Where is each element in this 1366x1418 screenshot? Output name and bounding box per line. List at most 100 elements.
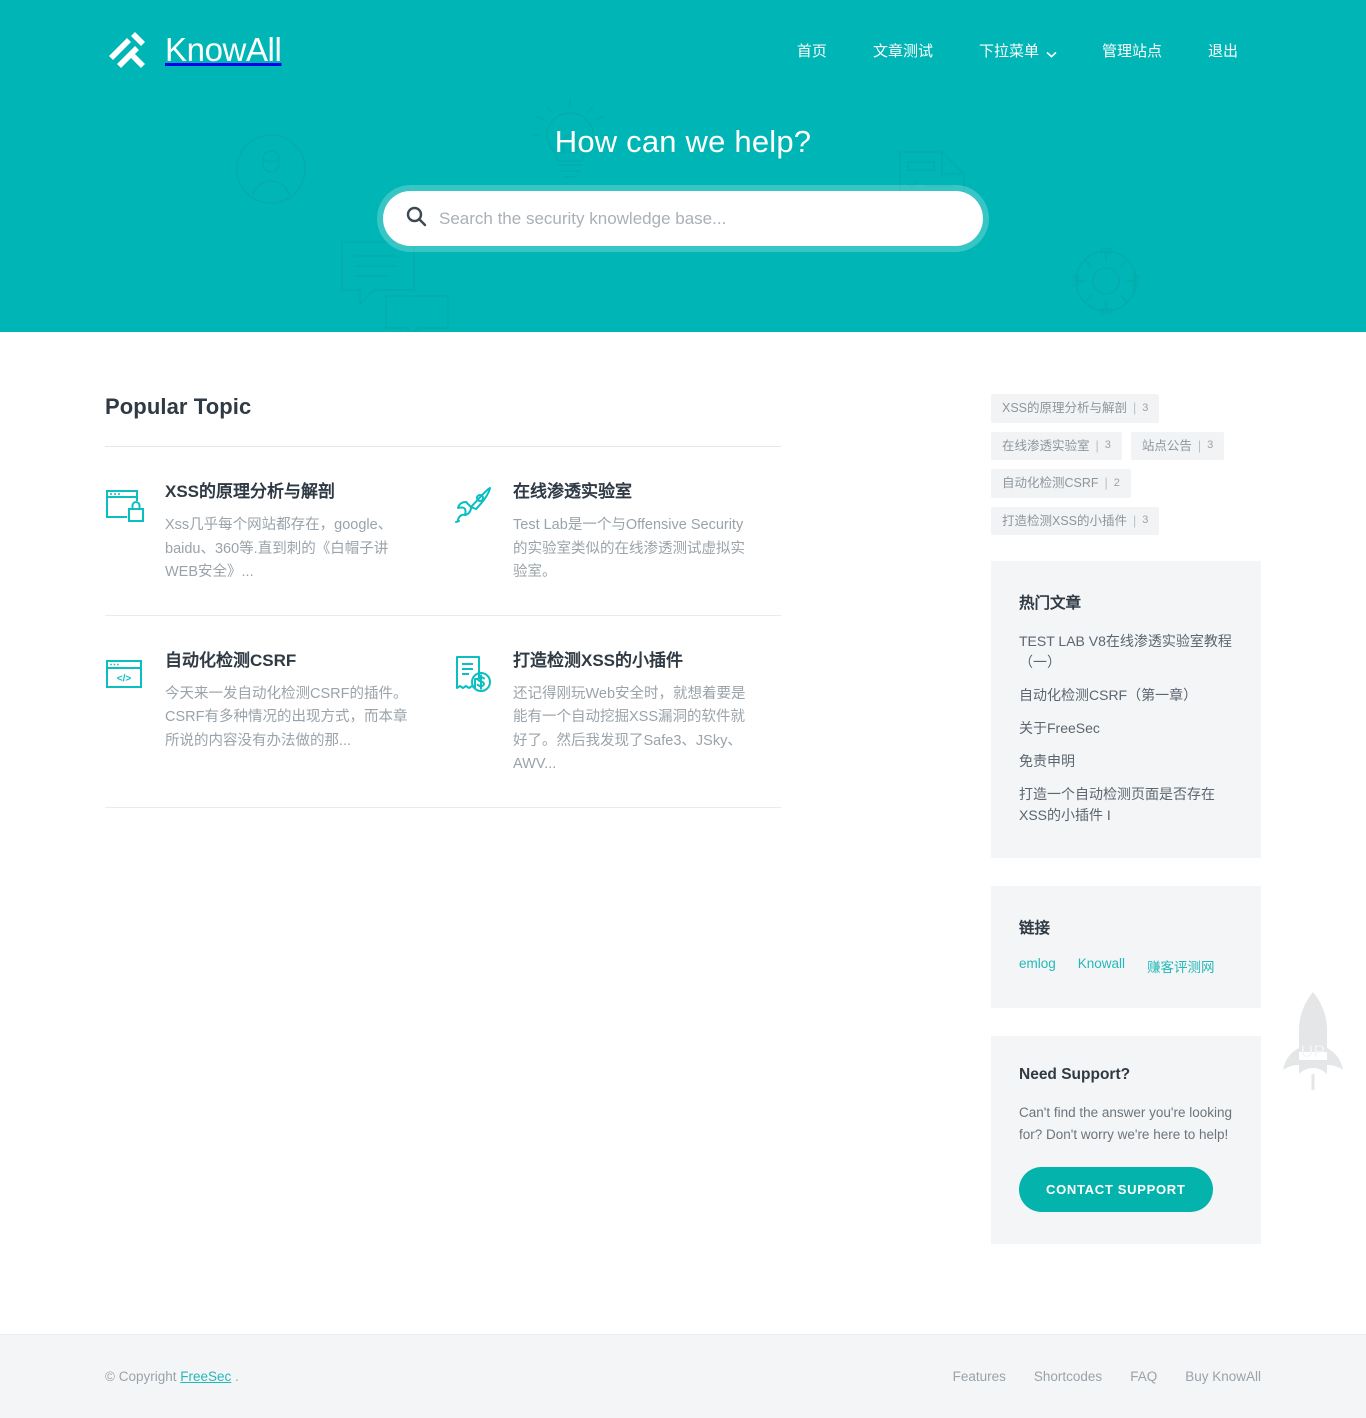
life-ring-outline-icon	[1072, 247, 1140, 319]
back-to-top-button[interactable]: UP	[1276, 990, 1350, 1094]
tag-item[interactable]: 自动化检测CSRF | 2	[991, 469, 1131, 498]
search-bar[interactable]	[383, 191, 983, 246]
footer-link-features[interactable]: Features	[953, 1369, 1006, 1384]
code-window-icon: </>	[105, 654, 145, 694]
tag-item[interactable]: 站点公告 | 3	[1130, 431, 1225, 460]
topic-text: XSS的原理分析与解剖 Xss几乎每个网站都存在，google、baidu、36…	[165, 481, 409, 585]
tag-item[interactable]: 在线渗透实验室 | 3	[991, 431, 1122, 460]
main-column: Popular Topic XSS的原理分析与解剖 Xss几乎每个网站都存在，g…	[105, 394, 781, 808]
nav-item-home[interactable]: 首页	[774, 32, 850, 69]
tag-count: 3	[1104, 439, 1111, 452]
rocket-icon	[453, 485, 493, 525]
topic-title: 自动化检测CSRF	[165, 650, 297, 670]
topic-title: XSS的原理分析与解剖	[165, 482, 336, 501]
nav-item-label: 下拉菜单	[978, 42, 1039, 60]
topic-card[interactable]: 打造检测XSS的小插件 还记得刚玩Web安全时，就想着要是能有一个自动挖掘XSS…	[443, 616, 781, 808]
tag-separator: |	[1104, 476, 1108, 490]
copyright-prefix: © Copyright	[105, 1369, 181, 1385]
nav-links: 首页 文章测试 下拉菜单 管理站点 退出	[774, 32, 1261, 69]
sidebar: XSS的原理分析与解剖 | 3 在线渗透实验室 | 3 站点公告 | 3 自动化…	[991, 394, 1261, 1272]
nav-item-article-test[interactable]: 文章测试	[850, 32, 956, 69]
copyright-suffix: .	[231, 1369, 239, 1385]
tag-count: 3	[1142, 401, 1149, 414]
topic-text: 在线渗透实验室 Test Lab是一个与Offensive Security的实…	[513, 481, 755, 585]
nav-item-label: 首页	[796, 42, 827, 60]
tag-cloud: XSS的原理分析与解剖 | 3 在线渗透实验室 | 3 站点公告 | 3 自动化…	[991, 394, 1261, 535]
tag-item[interactable]: 打造检测XSS的小插件 | 3	[991, 506, 1160, 535]
list-item[interactable]: 自动化检测CSRF（第一章）	[1019, 685, 1233, 706]
tag-count: 2	[1113, 476, 1120, 489]
topic-title: 打造检测XSS的小插件	[513, 650, 684, 670]
search-input[interactable]	[439, 208, 961, 229]
main-navigation: KnowAll 首页 文章测试 下拉菜单 管理站点 退出	[105, 0, 1261, 100]
panel-title: 热门文章	[1019, 595, 1082, 612]
popular-article-link[interactable]: 打造一个自动检测页面是否存在XSS的小插件 I	[1019, 784, 1233, 826]
nav-item-dropdown[interactable]: 下拉菜单	[956, 32, 1079, 69]
nav-item-label: 退出	[1207, 42, 1238, 60]
side-link[interactable]: Knowall	[1078, 956, 1125, 976]
popular-article-link[interactable]: TEST LAB V8在线渗透实验室教程（一）	[1019, 631, 1233, 673]
popular-topic-grid: XSS的原理分析与解剖 Xss几乎每个网站都存在，google、baidu、36…	[105, 447, 781, 808]
list-item[interactable]: 打造一个自动检测页面是否存在XSS的小插件 I	[1019, 784, 1233, 826]
tag-label: 在线渗透实验室	[1002, 438, 1090, 453]
nav-item-label: 管理站点	[1101, 42, 1162, 60]
topic-description: 今天来一发自动化检测CSRF的插件。CSRF有多种情况的出现方式，而本章所说的内…	[165, 685, 408, 749]
tag-separator: |	[1197, 438, 1202, 453]
brand-name: KnowAll	[165, 31, 282, 68]
footer-links: Features Shortcodes FAQ Buy KnowAll	[953, 1369, 1261, 1384]
list-item[interactable]: TEST LAB V8在线渗透实验室教程（一）	[1019, 631, 1233, 673]
popular-article-link[interactable]: 自动化检测CSRF（第一章）	[1019, 685, 1233, 706]
tag-count: 3	[1142, 514, 1149, 527]
nav-item-logout[interactable]: 退出	[1185, 32, 1261, 69]
tag-count: 3	[1207, 439, 1214, 452]
tag-item[interactable]: XSS的原理分析与解剖 | 3	[991, 394, 1160, 423]
topic-card[interactable]: XSS的原理分析与解剖 Xss几乎每个网站都存在，google、baidu、36…	[105, 447, 443, 616]
tag-label: 站点公告	[1141, 438, 1192, 453]
panel-title: Need Support?	[1019, 1066, 1131, 1083]
popular-article-link[interactable]: 关于FreeSec	[1019, 718, 1233, 739]
tag-label: 自动化检测CSRF	[1002, 476, 1099, 490]
need-support-panel: Need Support? Can't find the answer you'…	[991, 1036, 1261, 1245]
tag-separator: |	[1095, 438, 1099, 453]
invoice-dollar-icon	[453, 654, 493, 694]
topic-description: Test Lab是一个与Offensive Security的实验室类似的在线渗…	[513, 517, 745, 581]
hero-body: How can we help?	[0, 100, 1366, 246]
topic-title: 在线渗透实验室	[513, 482, 632, 501]
page-content: Popular Topic XSS的原理分析与解剖 Xss几乎每个网站都存在，g…	[105, 332, 1261, 1272]
popular-article-link[interactable]: 免责申明	[1019, 751, 1233, 772]
side-link[interactable]: 赚客评测网	[1147, 956, 1215, 976]
contact-support-button[interactable]: CONTACT SUPPORT	[1019, 1167, 1213, 1213]
list-item[interactable]: 免责申明	[1019, 751, 1233, 772]
tag-separator: |	[1133, 513, 1137, 528]
topic-description: Xss几乎每个网站都存在，google、baidu、360等.直到刺的《白帽子讲…	[165, 517, 393, 581]
topic-description: 还记得刚玩Web安全时，就想着要是能有一个自动挖掘XSS漏洞的软件就好了。然后我…	[513, 685, 746, 773]
chat-bubbles-outline-icon	[340, 240, 450, 332]
topic-card[interactable]: 在线渗透实验室 Test Lab是一个与Offensive Security的实…	[443, 447, 781, 616]
footer-link-buy-knowall[interactable]: Buy KnowAll	[1185, 1369, 1261, 1384]
page-title: How can we help?	[554, 124, 812, 159]
tag-label: 打造检测XSS的小插件	[1002, 513, 1128, 528]
tag-separator: |	[1133, 401, 1137, 415]
topic-card[interactable]: </> 自动化检测CSRF 今天来一发自动化检测CSRF的插件。CSRF有多种情…	[105, 616, 443, 808]
footer-link-faq[interactable]: FAQ	[1130, 1369, 1157, 1384]
brand-logo-link[interactable]: KnowAll	[105, 27, 282, 73]
side-link[interactable]: emlog	[1019, 956, 1056, 976]
hero-header: KnowAll 首页 文章测试 下拉菜单 管理站点 退出 How can we …	[0, 0, 1366, 332]
copyright: © Copyright FreeSec .	[105, 1369, 239, 1384]
chevron-down-icon	[1046, 45, 1057, 58]
nav-item-manage-site[interactable]: 管理站点	[1079, 32, 1185, 69]
links-list: emlog Knowall 赚客评测网	[1019, 956, 1233, 976]
topic-text: 自动化检测CSRF 今天来一发自动化检测CSRF的插件。CSRF有多种情况的出现…	[165, 650, 409, 754]
search-icon	[405, 205, 427, 232]
copyright-link[interactable]: FreeSec	[180, 1369, 231, 1384]
list-item[interactable]: 关于FreeSec	[1019, 718, 1233, 739]
links-panel: 链接 emlog Knowall 赚客评测网	[991, 886, 1261, 1008]
page-wrapper: KnowAll 首页 文章测试 下拉菜单 管理站点 退出 How can we …	[0, 0, 1366, 1418]
popular-articles-list: TEST LAB V8在线渗透实验室教程（一） 自动化检测CSRF（第一章） 关…	[1019, 631, 1233, 826]
topic-text: 打造检测XSS的小插件 还记得刚玩Web安全时，就想着要是能有一个自动挖掘XSS…	[513, 650, 755, 777]
support-description: Can't find the answer you're looking for…	[1019, 1105, 1233, 1142]
section-title-popular-topic: Popular Topic	[105, 394, 252, 419]
browser-lock-icon	[105, 485, 145, 525]
footer-link-shortcodes[interactable]: Shortcodes	[1034, 1369, 1102, 1384]
panel-title: 链接	[1019, 920, 1051, 937]
